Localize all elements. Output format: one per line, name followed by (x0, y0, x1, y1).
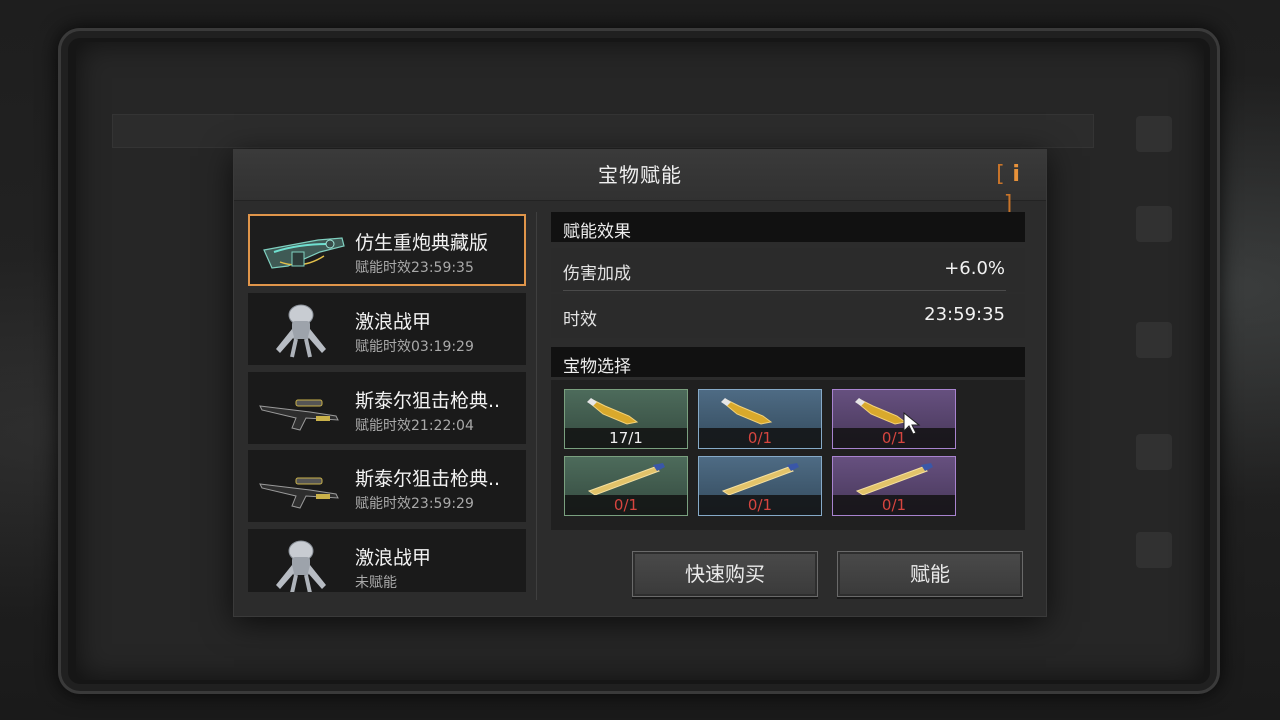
panel-divider (536, 212, 537, 600)
slot-count: 0/1 (699, 495, 821, 515)
potion-vial-icon (587, 398, 639, 425)
slot-count: 0/1 (699, 428, 821, 448)
mech-armor-icon (276, 304, 326, 358)
background-toolbar (112, 114, 1094, 148)
background-side-icon (1136, 322, 1172, 358)
syringe-icon (855, 463, 933, 496)
stat-label: 伤害加成 (563, 264, 631, 284)
slot-count: 0/1 (565, 495, 687, 515)
slot-count: 0/1 (833, 495, 955, 515)
treasure-slots: 17/1 0/1 0/1 0/1 0/1 0/1 (551, 380, 1025, 530)
heavy-cannon-icon (263, 237, 345, 269)
treasure-slot[interactable]: 0/1 (564, 456, 688, 516)
slot-count: 0/1 (833, 428, 955, 448)
background-side-icon (1136, 532, 1172, 568)
item-name: 激浪战甲 (355, 547, 432, 569)
effect-section-header: 赋能效果 (551, 212, 1025, 242)
empower-button[interactable]: 赋能 (837, 551, 1023, 597)
background-side-icon (1136, 434, 1172, 470)
treasure-slot[interactable]: 17/1 (564, 389, 688, 449)
quick-buy-button[interactable]: 快速购买 (632, 551, 818, 597)
slot-count: 17/1 (565, 428, 687, 448)
treasure-header-label: 宝物选择 (563, 357, 631, 377)
list-item[interactable]: 激浪战甲 未赋能 (248, 529, 526, 592)
syringe-icon (587, 463, 665, 496)
list-item[interactable]: 斯泰尔狙击枪典.. 赋能时效23:59:29 (248, 450, 526, 522)
equipment-list[interactable]: 仿生重炮典藏版 赋能时效23:59:35 激浪战甲 赋能时效03:19:29 斯… (248, 214, 528, 592)
effect-header-label: 赋能效果 (563, 222, 631, 242)
item-status: 赋能时效23:59:35 (355, 260, 474, 276)
syringe-icon (721, 463, 799, 496)
stat-divider (563, 290, 1006, 291)
mech-armor-icon (276, 540, 326, 592)
list-item[interactable]: 斯泰尔狙击枪典.. 赋能时效21:22:04 (248, 372, 526, 444)
item-status: 赋能时效03:19:29 (355, 339, 474, 355)
list-item-selected[interactable]: 仿生重炮典藏版 赋能时效23:59:35 (248, 214, 526, 286)
background-side-icon (1136, 116, 1172, 152)
treasure-slot[interactable]: 0/1 (832, 456, 956, 516)
potion-vial-icon (721, 398, 773, 425)
stat-row-damage: 伤害加成 +6.0% (551, 248, 1025, 292)
stat-value: +6.0% (944, 258, 1005, 279)
item-name: 仿生重炮典藏版 (355, 232, 489, 254)
mouse-cursor-icon (903, 412, 921, 435)
treasure-empower-dialog: 宝物赋能 [ i ] 仿生重炮典藏版 赋能时效23:59:35 激浪战甲 赋能时… (234, 150, 1046, 616)
treasure-section-header: 宝物选择 (551, 347, 1025, 377)
item-name: 斯泰尔狙击枪典.. (355, 468, 501, 490)
item-name: 激浪战甲 (355, 311, 432, 333)
info-icon[interactable]: [ i ] (988, 160, 1028, 217)
item-status: 赋能时效21:22:04 (355, 418, 474, 434)
stat-value: 23:59:35 (924, 304, 1005, 325)
sniper-rifle-icon (259, 477, 339, 509)
stat-row-duration: 时效 23:59:35 (551, 294, 1025, 338)
item-status: 未赋能 (355, 575, 397, 591)
stat-label: 时效 (563, 310, 597, 330)
treasure-slot[interactable]: 0/1 (698, 389, 822, 449)
background-side-icon (1136, 206, 1172, 242)
item-status: 赋能时效23:59:29 (355, 496, 474, 512)
potion-vial-icon (855, 398, 907, 425)
dialog-title: 宝物赋能 (598, 163, 682, 187)
treasure-slot[interactable]: 0/1 (832, 389, 956, 449)
item-name: 斯泰尔狙击枪典.. (355, 390, 501, 412)
sniper-rifle-icon (259, 399, 339, 431)
list-item[interactable]: 激浪战甲 赋能时效03:19:29 (248, 293, 526, 365)
treasure-slot[interactable]: 0/1 (698, 456, 822, 516)
